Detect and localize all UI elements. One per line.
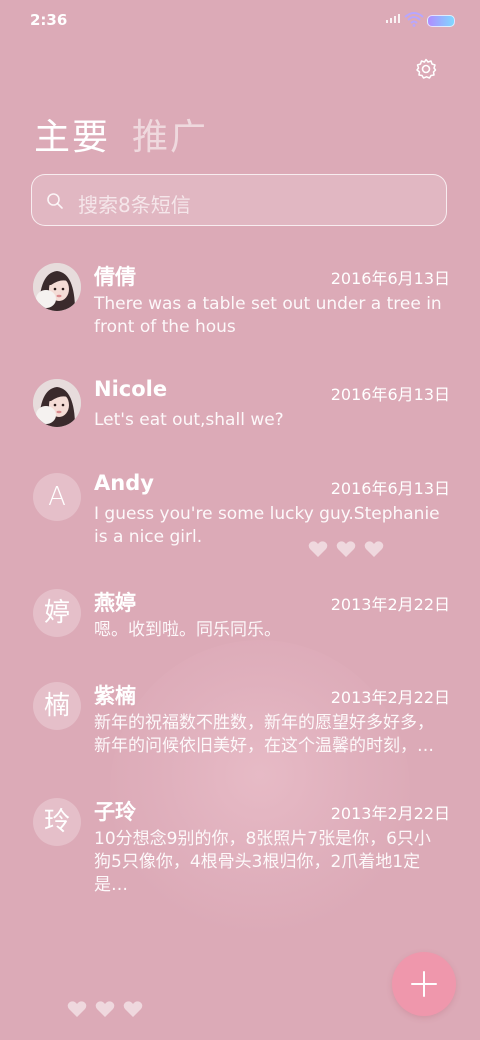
heart-icon bbox=[95, 1001, 115, 1017]
status-time: 2:36 bbox=[30, 11, 68, 29]
contact-name: 倩倩 bbox=[94, 265, 136, 289]
avatar bbox=[33, 263, 81, 311]
heart-icon bbox=[67, 1001, 87, 1017]
decorative-hearts bbox=[67, 1000, 143, 1018]
message-preview: 新年的祝福数不胜数，新年的愿望好多好多，新年的问候依旧美好，在这个温馨的时刻，… bbox=[94, 713, 434, 756]
signal-icon bbox=[386, 14, 400, 23]
heart-icon bbox=[308, 541, 328, 557]
contact-name: Nicole bbox=[94, 377, 168, 401]
avatar: A bbox=[33, 473, 81, 521]
status-bar: 2:36 bbox=[0, 0, 480, 40]
decorative-hearts bbox=[308, 540, 384, 558]
search-icon bbox=[47, 193, 63, 209]
heart-icon bbox=[123, 1001, 143, 1017]
avatar: 玲 bbox=[33, 798, 81, 846]
message-preview: Let's eat out,shall we? bbox=[94, 410, 284, 430]
message-preview: 10分想念9别的你，8张照片7张是你，6只小狗5只像你，4根骨头3根归你，2爪着… bbox=[94, 829, 431, 895]
wifi-icon bbox=[404, 12, 424, 27]
tab-promotions[interactable]: 推广 bbox=[132, 108, 208, 160]
search-placeholder: 搜索8条短信 bbox=[78, 193, 191, 217]
heart-icon bbox=[364, 541, 384, 557]
new-message-button[interactable] bbox=[392, 952, 456, 1016]
message-preview: There was a table set out under a tree i… bbox=[94, 294, 442, 337]
heart-icon bbox=[336, 541, 356, 557]
message-date: 2016年6月13日 bbox=[330, 479, 450, 498]
search-bar[interactable]: 搜索8条短信 bbox=[31, 174, 447, 226]
message-preview: I guess you're some lucky guy.Stephanie … bbox=[94, 504, 440, 547]
message-date: 2016年6月13日 bbox=[330, 269, 450, 288]
avatar: 楠 bbox=[33, 682, 81, 730]
message-date: 2016年6月13日 bbox=[330, 385, 450, 404]
message-date: 2013年2月22日 bbox=[330, 688, 450, 707]
battery-icon bbox=[427, 15, 455, 27]
tab-main[interactable]: 主要 bbox=[34, 108, 110, 160]
tab-bar: 主要 推广 bbox=[34, 108, 208, 160]
message-date: 2013年2月22日 bbox=[330, 595, 450, 614]
avatar: 婷 bbox=[33, 589, 81, 637]
avatar bbox=[33, 379, 81, 427]
contact-name: 燕婷 bbox=[94, 591, 136, 615]
contact-name: 子玲 bbox=[94, 800, 136, 824]
contact-name: 紫楠 bbox=[94, 684, 136, 708]
message-preview: 嗯。收到啦。同乐同乐。 bbox=[94, 620, 281, 640]
gear-icon[interactable] bbox=[414, 57, 438, 81]
contact-name: Andy bbox=[94, 471, 154, 495]
message-date: 2013年2月22日 bbox=[330, 804, 450, 823]
